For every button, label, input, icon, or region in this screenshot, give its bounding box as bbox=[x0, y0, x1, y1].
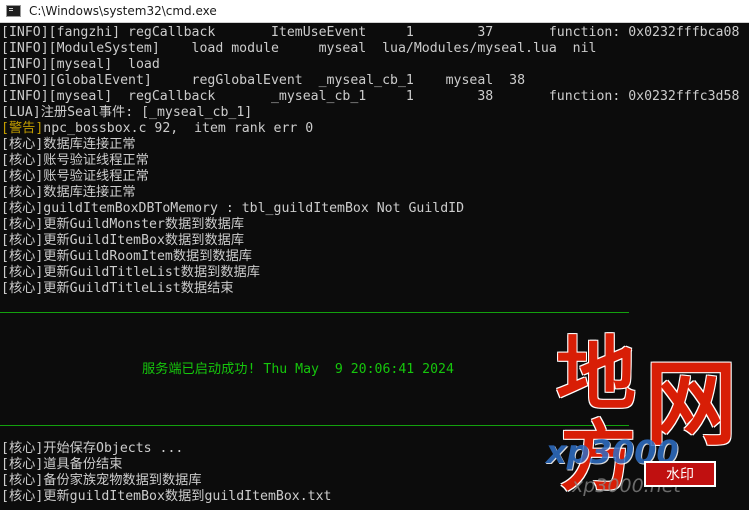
console-line: [核心]更新GuildItemBox数据到数据库 bbox=[1, 233, 244, 249]
console-output[interactable]: [INFO][fangzhi] regCallback ItemUseEvent… bbox=[0, 23, 749, 510]
console-line: [INFO][GlobalEvent] regGlobalEvent _myse… bbox=[1, 73, 525, 89]
console-line-text: [核心]数据库连接正常 bbox=[1, 185, 136, 200]
console-line-text: [核心]更新GuildItemBox数据到数据库 bbox=[1, 233, 245, 248]
separator-line bbox=[0, 312, 629, 313]
console-line: [INFO][fangzhi] regCallback ItemUseEvent… bbox=[1, 25, 739, 41]
console-line: [核心]guildItemBoxDBToMemory : tbl_guildIt… bbox=[1, 201, 464, 217]
console-line: [INFO][myseal] regCallback _myseal_cb_1 … bbox=[1, 89, 739, 105]
console-line-text: [INFO][fangzhi] regCallback ItemUseEvent… bbox=[1, 25, 740, 40]
console-line: [核心]数据库连接正常 bbox=[1, 185, 136, 201]
console-line-text: [核心]账号验证线程正常 bbox=[1, 169, 149, 184]
console-line: [LUA]注册Seal事件: [_myseal_cb_1] bbox=[1, 105, 252, 121]
warning-prefix: [警告] bbox=[1, 121, 44, 136]
console-line: [核心]更新GuildTitleList数据到数据库 bbox=[1, 265, 260, 281]
title-bar: C:\Windows\system32\cmd.exe bbox=[0, 0, 749, 23]
console-line: [核心]更新GuildMonster数据到数据库 bbox=[1, 217, 244, 233]
console-line-text: [核心]更新GuildMonster数据到数据库 bbox=[1, 217, 245, 232]
console-line: [核心]更新GuildRoomItem数据到数据库 bbox=[1, 249, 252, 265]
console-line-text: [核心]更新guildItemBox数据到guildItemBox.txt bbox=[1, 489, 332, 504]
console-line-text: [INFO][ModuleSystem] load module myseal … bbox=[1, 41, 597, 56]
console-line-text: [核心]更新GuildTitleList数据到数据库 bbox=[1, 265, 260, 280]
cmd-icon bbox=[6, 5, 21, 17]
console-line-text: [核心]开始保存Objects ... bbox=[1, 441, 184, 456]
console-line-text: [核心]guildItemBoxDBToMemory : tbl_guildIt… bbox=[1, 201, 465, 216]
console-line-text: [INFO][myseal] load bbox=[1, 57, 160, 72]
separator-line bbox=[0, 425, 629, 426]
console-line-text: [LUA]注册Seal事件: [_myseal_cb_1] bbox=[1, 105, 253, 120]
server-status-line: 服务端已启动成功! Thu May 9 20:06:41 2024 bbox=[142, 362, 454, 377]
console-line: [INFO][ModuleSystem] load module myseal … bbox=[1, 41, 596, 57]
window-title: C:\Windows\system32\cmd.exe bbox=[29, 4, 217, 18]
console-line-text: [核心]备份家族宠物数据到数据库 bbox=[1, 473, 202, 488]
console-line-text: [核心]账号验证线程正常 bbox=[1, 153, 149, 168]
console-line-text: [INFO][GlobalEvent] regGlobalEvent _myse… bbox=[1, 73, 526, 88]
console-line: [核心]账号验证线程正常 bbox=[1, 153, 149, 169]
console-line: [核心]备份家族宠物数据到数据库 bbox=[1, 473, 202, 489]
console-line-text: [核心]道具备份结束 bbox=[1, 457, 123, 472]
console-line-text: [核心]更新GuildRoomItem数据到数据库 bbox=[1, 249, 252, 264]
console-line-text: [INFO][myseal] regCallback _myseal_cb_1 … bbox=[1, 89, 740, 104]
console-line-text: npc_bossbox.c 92, item rank err 0 bbox=[43, 121, 314, 136]
console-line: [INFO][myseal] load bbox=[1, 57, 160, 73]
console-line-text: [核心]更新GuildTitleList数据结束 bbox=[1, 281, 234, 296]
console-line-text: [核心]数据库连接正常 bbox=[1, 137, 136, 152]
console-line: [核心]更新GuildTitleList数据结束 bbox=[1, 281, 234, 297]
console-line: [核心]数据库连接正常 bbox=[1, 137, 136, 153]
console-line: [核心]道具备份结束 bbox=[1, 457, 122, 473]
console-line: [核心]开始保存Objects ... bbox=[1, 441, 183, 457]
console-line: [警告]npc_bossbox.c 92, item rank err 0 bbox=[1, 121, 313, 137]
console-line: [核心]账号验证线程正常 bbox=[1, 169, 149, 185]
console-line: [核心]更新guildItemBox数据到guildItemBox.txt bbox=[1, 489, 332, 505]
